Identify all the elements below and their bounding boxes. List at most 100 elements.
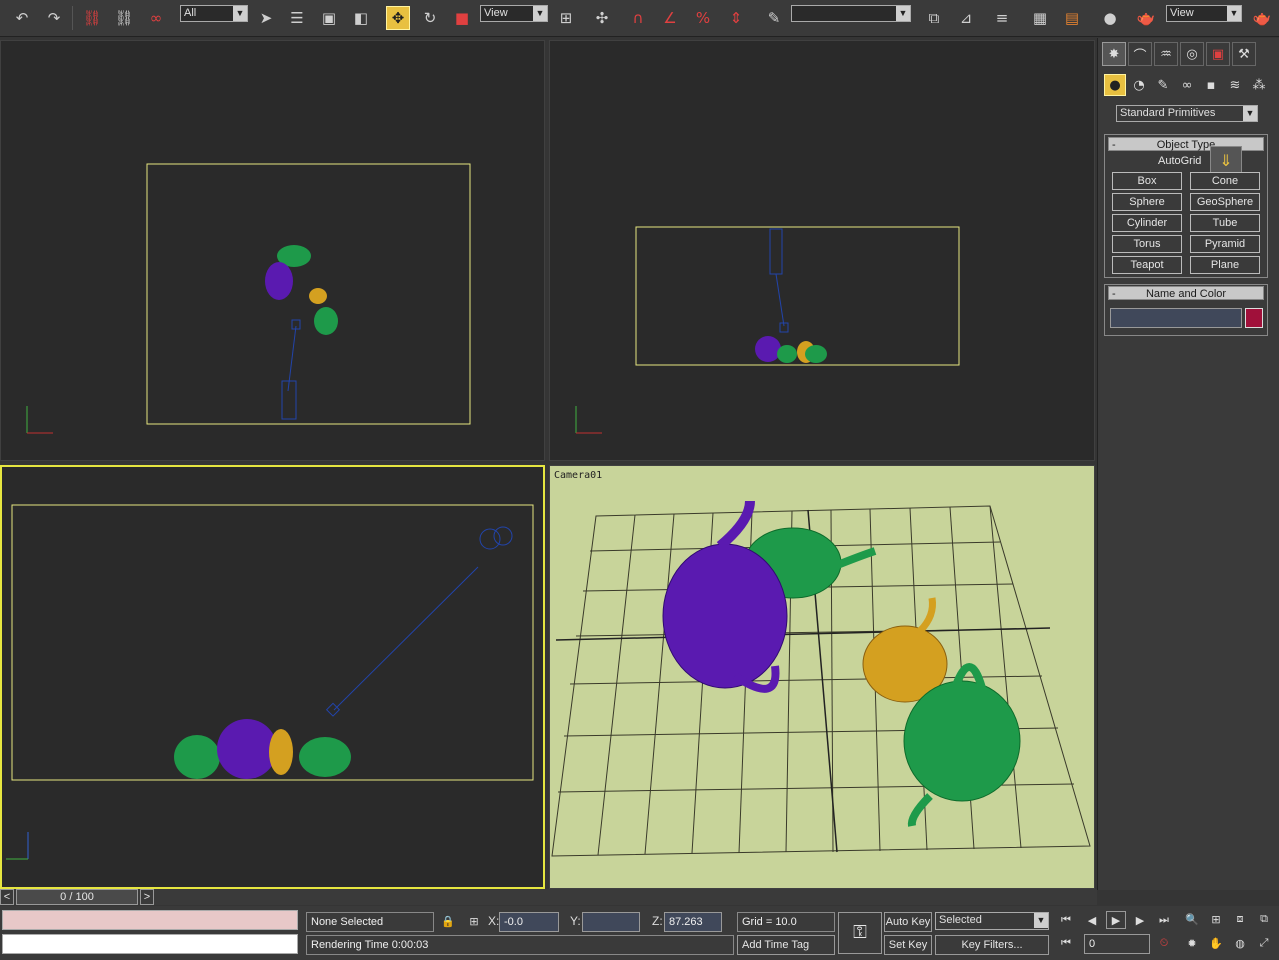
play-animation-icon[interactable]: ▶: [1106, 911, 1126, 929]
zoom-icon[interactable]: 🔍: [1182, 910, 1202, 928]
shapes-icon[interactable]: ◔: [1128, 74, 1150, 96]
previous-frame-icon[interactable]: ◀: [1082, 911, 1102, 929]
redo-icon[interactable]: ↷: [42, 6, 66, 30]
selection-filter-dropdown[interactable]: All ▼: [180, 5, 248, 22]
mirror-icon[interactable]: ⧉: [922, 6, 946, 30]
quick-render-icon[interactable]: 🫖: [1250, 6, 1274, 30]
sphere-button[interactable]: Sphere: [1112, 193, 1182, 211]
key-filters-button[interactable]: Key Filters...: [935, 935, 1049, 955]
teapot-button[interactable]: Teapot: [1112, 256, 1182, 274]
y-coordinate-input[interactable]: [582, 912, 640, 932]
edit-named-selection-icon[interactable]: ✎: [762, 6, 786, 30]
align-icon[interactable]: ⊿: [954, 6, 978, 30]
chevron-down-icon: ▼: [896, 6, 910, 21]
set-key-button[interactable]: Set Key: [884, 935, 932, 955]
name-and-color-header[interactable]: - Name and Color: [1108, 286, 1264, 300]
auto-key-button[interactable]: Auto Key: [884, 912, 932, 932]
geosphere-button[interactable]: GeoSphere: [1190, 193, 1260, 211]
z-coordinate-input[interactable]: 87.263: [664, 912, 722, 932]
viewport-left-canvas: [6, 504, 534, 860]
rollout-toggle: -: [1112, 288, 1116, 300]
go-to-start-icon[interactable]: ⏮: [1056, 911, 1076, 929]
render-scene-icon[interactable]: 🫖: [1134, 6, 1158, 30]
plane-button[interactable]: Plane: [1190, 256, 1260, 274]
teapot-green-2: [805, 345, 827, 363]
absolute-mode-icon[interactable]: ⊞: [464, 912, 484, 930]
window-crossing-icon[interactable]: ◧: [349, 6, 373, 30]
spinner-snap-icon[interactable]: ⇕: [724, 6, 748, 30]
cylinder-button[interactable]: Cylinder: [1112, 214, 1182, 232]
render-type-dropdown[interactable]: View ▼: [1166, 5, 1242, 22]
tube-button[interactable]: Tube: [1190, 214, 1260, 232]
percent-snap-icon[interactable]: %: [691, 6, 715, 30]
camera-reel-2: [493, 526, 513, 546]
viewport-top[interactable]: [0, 40, 545, 461]
time-slider-thumb[interactable]: 0 / 100: [16, 889, 138, 905]
layer-manager-icon[interactable]: ≡: [990, 6, 1014, 30]
select-and-rotate-icon[interactable]: ↻: [418, 6, 442, 30]
manipulate-icon[interactable]: ✣: [590, 6, 614, 30]
maximize-viewport-icon[interactable]: ⤢: [1254, 934, 1274, 952]
time-configuration-icon[interactable]: ⏲: [1154, 934, 1174, 952]
display-tab-icon[interactable]: ▣: [1206, 42, 1230, 66]
maxscript-listener-pink[interactable]: [2, 910, 298, 930]
field-of-view-icon[interactable]: ✹: [1182, 934, 1202, 952]
unlink-icon[interactable]: ⛓: [112, 6, 136, 30]
lock-selection-icon[interactable]: 🔒: [438, 912, 458, 930]
viewport-camera[interactable]: Camera01: [549, 465, 1095, 889]
geometry-icon[interactable]: ●: [1104, 74, 1126, 96]
snap-3d-icon[interactable]: ∩: [626, 6, 650, 30]
angle-snap-icon[interactable]: ∠: [658, 6, 682, 30]
create-tab-icon[interactable]: ✸: [1102, 42, 1126, 66]
x-coordinate-input[interactable]: -0.0: [499, 912, 559, 932]
object-category-dropdown[interactable]: Standard Primitives ▼: [1116, 105, 1258, 122]
cameras-icon[interactable]: ∞: [1176, 74, 1198, 96]
go-to-end-icon[interactable]: ⏭: [1154, 911, 1174, 929]
object-color-swatch[interactable]: [1245, 308, 1263, 328]
pivot-center-icon[interactable]: ⊞: [554, 6, 578, 30]
hierarchy-tab-icon[interactable]: ♒: [1154, 42, 1178, 66]
pyramid-button[interactable]: Pyramid: [1190, 235, 1260, 253]
select-and-scale-icon[interactable]: ■: [450, 6, 474, 30]
named-selection-dropdown[interactable]: ▼: [791, 5, 911, 22]
rectangular-selection-icon[interactable]: ▣: [317, 6, 341, 30]
current-frame-input[interactable]: 0: [1084, 934, 1150, 954]
viewport-left[interactable]: [0, 465, 545, 889]
select-object-icon[interactable]: ➤: [254, 6, 278, 30]
zoom-extents-all-icon[interactable]: ⧉: [1254, 910, 1274, 928]
material-editor-icon[interactable]: ●: [1098, 6, 1122, 30]
schematic-view-icon[interactable]: ▤: [1060, 6, 1084, 30]
key-mode-dropdown[interactable]: Selected ▼: [935, 912, 1049, 930]
select-and-link-icon[interactable]: ⛓: [80, 6, 104, 30]
undo-icon[interactable]: ↶: [10, 6, 34, 30]
next-frame-icon[interactable]: ▶: [1130, 911, 1150, 929]
set-keys-key-icon[interactable]: ⚿: [838, 912, 882, 954]
bind-space-warp-icon[interactable]: ∞: [144, 6, 168, 30]
cone-button[interactable]: Cone: [1190, 172, 1260, 190]
torus-button[interactable]: Torus: [1112, 235, 1182, 253]
maxscript-listener-white[interactable]: [2, 934, 298, 954]
utilities-tab-icon[interactable]: ⚒: [1232, 42, 1256, 66]
time-slider-prev-button[interactable]: <: [0, 889, 14, 905]
object-name-input[interactable]: [1110, 308, 1242, 328]
add-time-tag-button[interactable]: Add Time Tag: [737, 935, 835, 955]
autogrid-checkbox[interactable]: AutoGrid: [1158, 155, 1201, 167]
helpers-icon[interactable]: ▪: [1200, 74, 1222, 96]
zoom-extents-icon[interactable]: ⧈: [1230, 910, 1250, 928]
zoom-all-icon[interactable]: ⊞: [1206, 910, 1226, 928]
systems-icon[interactable]: ⁂: [1248, 74, 1270, 96]
lights-icon[interactable]: ✎: [1152, 74, 1174, 96]
box-button[interactable]: Box: [1112, 172, 1182, 190]
reference-coordinate-dropdown[interactable]: View ▼: [480, 5, 548, 22]
motion-tab-icon[interactable]: ◎: [1180, 42, 1204, 66]
modify-tab-icon[interactable]: ⌒: [1128, 42, 1152, 66]
select-and-move-icon[interactable]: ✥: [386, 6, 410, 30]
orbit-icon[interactable]: ◍: [1230, 934, 1250, 952]
pan-hand-icon[interactable]: ✋: [1206, 934, 1226, 952]
key-mode-toggle-icon[interactable]: ⏮: [1056, 934, 1076, 952]
viewport-front[interactable]: [549, 40, 1095, 461]
select-by-name-icon[interactable]: ☰: [285, 6, 309, 30]
time-slider-next-button[interactable]: >: [140, 889, 154, 905]
space-warps-icon[interactable]: ≋: [1224, 74, 1246, 96]
curve-editor-icon[interactable]: ▦: [1028, 6, 1052, 30]
